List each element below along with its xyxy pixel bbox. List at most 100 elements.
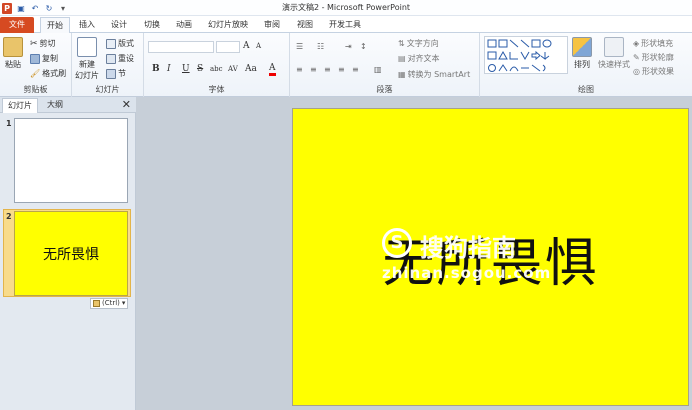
align-left-icon: ≡ [296, 65, 303, 74]
numbering-button[interactable]: ☷ [317, 42, 324, 51]
tab-review[interactable]: 审阅 [260, 17, 284, 33]
clipboard-icon [93, 300, 100, 307]
effects-icon: ◎ [633, 67, 640, 76]
align-left-button[interactable]: ≡ [296, 65, 303, 74]
quick-styles-button[interactable]: 快速样式 [598, 37, 630, 70]
justify-button[interactable]: ≡ [338, 65, 345, 74]
align-text-button[interactable]: ▤ 对齐文本 [398, 53, 440, 64]
paint-bucket-icon: ◈ [633, 39, 640, 48]
shapes-gallery-icons [487, 39, 552, 72]
font-name-combo[interactable] [148, 41, 214, 53]
numbering-icon: ☷ [317, 42, 325, 51]
watermark-url: zhinan.sogou.com [382, 264, 552, 282]
slides-group: 新建 幻灯片 版式 重设 节 幻灯片 [72, 33, 144, 97]
window-title: 演示文稿2 - Microsoft PowerPoint [281, 3, 411, 12]
clipboard-group: 粘贴 ✂ 剪切 复制 🖌 格式刷 剪贴板 [0, 33, 72, 97]
align-text-icon: ▤ [398, 54, 406, 63]
italic-button[interactable]: I [167, 64, 171, 74]
shapes-gallery[interactable] [484, 36, 568, 74]
watermark-name: 搜狗指南 [420, 234, 516, 262]
tab-home[interactable]: 开始 [40, 17, 70, 34]
sogou-logo-icon: S [382, 228, 412, 258]
paste-icon [3, 37, 23, 57]
new-slide-button[interactable]: 新建 幻灯片 [75, 37, 99, 81]
reset-icon [106, 53, 116, 64]
tab-insert[interactable]: 插入 [75, 17, 99, 33]
reset-button[interactable]: 重设 [106, 53, 134, 64]
pen-icon: ✎ [633, 53, 640, 62]
font-size-combo[interactable] [216, 41, 240, 53]
clipboard-group-label: 剪贴板 [23, 85, 48, 94]
panel-tabs: 幻灯片 大纲 ✕ [0, 97, 136, 113]
font-group-label: 字体 [208, 85, 225, 94]
slides-group-label: 幻灯片 [95, 85, 120, 94]
tab-design[interactable]: 设计 [107, 17, 131, 33]
ribbon: 粘贴 ✂剪切 复制 🖌格式刷 剪贴板 新建 幻灯片 版式 重设 节 幻灯片 [0, 33, 692, 97]
indent-button[interactable]: ⇥ [345, 42, 352, 51]
tab-outline-panel[interactable]: 大纲 [42, 98, 68, 113]
text-direction-button[interactable]: ⇅ 文字方向 [398, 38, 439, 49]
arrange-button[interactable]: 排列 [572, 37, 592, 70]
scissors-icon: ✂ [30, 38, 38, 49]
slide-number-1: 1 [6, 119, 12, 128]
bullets-button[interactable]: ☰ [296, 42, 303, 51]
font-color-button[interactable]: A [269, 63, 276, 76]
tab-slides-panel[interactable]: 幻灯片 [2, 98, 38, 113]
align-right-icon: ≡ [324, 65, 331, 74]
tab-animations[interactable]: 动画 [172, 17, 196, 33]
brush-icon: 🖌 [30, 69, 41, 78]
grow-font-button[interactable]: A [243, 41, 250, 51]
underline-button[interactable]: U [182, 64, 190, 74]
bullets-icon: ☰ [296, 42, 304, 51]
smartart-icon: ▦ [398, 70, 406, 79]
distribute-button[interactable]: ≡ [352, 65, 359, 74]
chevron-down-icon: ▾ [121, 299, 126, 307]
tab-transitions[interactable]: 切换 [140, 17, 164, 33]
shape-effects-button[interactable]: ◎ 形状效果 [633, 66, 674, 77]
ribbon-tabs: 文件 开始 插入 设计 切换 动画 幻灯片放映 审阅 视图 开发工具 [0, 16, 692, 34]
arrange-icon [572, 37, 592, 57]
tab-file[interactable]: 文件 [0, 17, 34, 33]
tab-developer[interactable]: 开发工具 [327, 17, 363, 33]
line-spacing-icon: ↕ [360, 42, 367, 51]
section-button[interactable]: 节 [106, 68, 126, 79]
slides-panel: 幻灯片 大纲 ✕ 1 2 无所畏惧 (Ctrl) ▾ [0, 97, 136, 410]
layout-icon [106, 38, 116, 49]
paste-options-button[interactable]: (Ctrl) ▾ [90, 298, 129, 309]
title-bar: P ▣ ↶ ↻ ▾ 演示文稿2 - Microsoft PowerPoint [0, 0, 692, 16]
section-icon [106, 68, 116, 79]
new-slide-icon [77, 37, 97, 57]
paste-button[interactable]: 粘贴 [3, 37, 23, 70]
char-spacing-button[interactable]: AV [228, 65, 238, 73]
line-spacing-button[interactable]: ↕ [360, 42, 367, 51]
shape-outline-button[interactable]: ✎ 形状轮廓 [633, 52, 674, 63]
slide-thumbnail-2[interactable]: 无所畏惧 [14, 211, 128, 296]
tab-view[interactable]: 视图 [293, 17, 317, 33]
close-icon[interactable]: ✕ [122, 98, 131, 111]
shadow-button[interactable]: abc [210, 65, 223, 73]
slide-number-2: 2 [6, 212, 12, 221]
format-painter-button[interactable]: 🖌 格式刷 [30, 68, 66, 79]
convert-smartart-button[interactable]: ▦ 转换为 SmartArt [398, 69, 470, 80]
paragraph-group: ☰ ☷ ⇥ ↕ ≡ ≡ ≡ ≡ ≡ ▥ ⇅ 文字方向 ▤ 对齐文本 ▦ 转换为 Sma… [290, 33, 480, 97]
align-center-button[interactable]: ≡ [310, 65, 317, 74]
bold-button[interactable]: B [152, 64, 160, 74]
strikethrough-button[interactable]: S [197, 64, 203, 74]
align-right-button[interactable]: ≡ [324, 65, 331, 74]
quick-styles-icon [604, 37, 624, 57]
text-direction-icon: ⇅ [398, 39, 405, 48]
layout-button[interactable]: 版式 [106, 38, 134, 49]
sogou-watermark: S 搜狗指南 zhinan.sogou.com [382, 228, 550, 288]
slide-thumbnail-1[interactable] [14, 118, 128, 203]
copy-button[interactable]: 复制 [30, 53, 58, 64]
shape-fill-button[interactable]: ◈ 形状填充 [633, 38, 673, 49]
thumbnail-text: 无所畏惧 [43, 246, 99, 263]
tab-slideshow[interactable]: 幻灯片放映 [205, 17, 251, 33]
font-group: A A B I U S abc AV Aa A 字体 [144, 33, 290, 97]
columns-button[interactable]: ▥ [374, 65, 382, 74]
cut-button[interactable]: ✂ 剪切 [30, 38, 56, 49]
align-center-icon: ≡ [310, 65, 317, 74]
columns-icon: ▥ [374, 65, 382, 74]
change-case-button[interactable]: Aa [245, 64, 257, 74]
shrink-font-button[interactable]: A [256, 42, 261, 50]
